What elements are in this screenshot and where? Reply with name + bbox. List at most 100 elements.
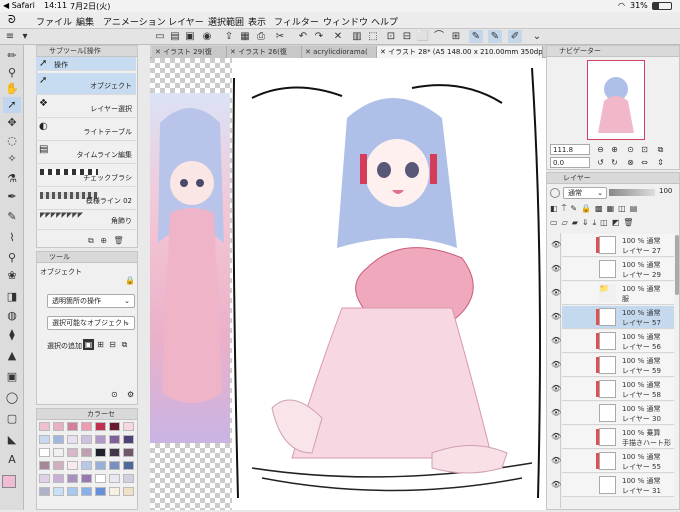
zoom-tool-icon[interactable]: ⚲ [3,65,21,81]
pen-tool-icon[interactable]: ✒ [3,189,21,205]
color-swatch[interactable] [39,474,50,483]
tab-illust-26[interactable]: ✕ イラスト 26(復 [227,46,302,58]
subtool-item-lighttable[interactable]: ◐ ライトテーブル [36,119,136,141]
select-all-icon[interactable]: ⬜ [416,30,430,43]
zoom-in-icon[interactable]: ⊕ [609,144,620,155]
clip-icon[interactable]: ◧ [550,204,562,213]
subtool-delete-icon[interactable]: 🗑 [114,236,124,245]
brush-item-pattern-line[interactable]: 模様ライン 02 [36,188,136,210]
layer-row[interactable]: 👁 100 % 通常 レイヤー 59 [551,354,674,377]
mode-add-icon[interactable]: ⊞ [95,339,106,350]
color-swatch[interactable] [53,435,64,444]
menu-toggle-icon[interactable]: ≡ [3,30,17,43]
reset-rotation-icon[interactable]: ⊗ [625,157,636,168]
color-swatch[interactable] [123,461,134,470]
eyedropper-icon[interactable]: ⚗ [3,171,21,187]
color-swatch[interactable] [123,487,134,496]
menu-edit[interactable]: 編集 [76,15,94,28]
frame-tool-icon[interactable]: ▢ [3,411,21,427]
visibility-eye-icon[interactable]: 👁 [551,432,561,441]
flip-v-icon[interactable]: ⇕ [655,157,666,168]
color-swatch[interactable] [81,461,92,470]
share-icon[interactable]: ⇪ [222,30,236,43]
move-tool-icon[interactable]: ✥ [3,115,21,131]
brush-item-corner[interactable]: ◤◤◤◤◤◤◤◤ 角飾り [36,208,136,230]
color-swatch[interactable] [67,435,78,444]
subtool-group-operation[interactable]: ➚ 操作 [36,57,136,71]
color-swatch[interactable] [67,422,78,431]
lasso-tool-icon[interactable]: ◌ [3,133,21,149]
palette-color-icon[interactable]: ▤ [630,204,642,213]
menu-file[interactable]: ファイル [36,15,72,28]
deselect-icon[interactable]: ⊡ [384,30,398,43]
color-swatch[interactable] [67,448,78,457]
color-swatch[interactable] [67,461,78,470]
visibility-eye-icon[interactable]: 👁 [551,480,561,489]
tab-illust-29[interactable]: ✕ イラスト 29(復 [152,46,227,58]
color-swatch[interactable] [109,435,120,444]
tool-settings-icon[interactable]: ⚙ [127,390,134,399]
layer-row[interactable]: 👁 100 % 乗算 手描きハート形 [551,426,674,449]
main-canvas[interactable] [232,58,546,510]
visibility-eye-icon[interactable]: 👁 [551,264,561,273]
layer-row[interactable]: 👁 100 % 通常 レイヤー 56 [551,330,674,353]
layer-row[interactable]: 👁 📁 100 % 通常服 [551,282,674,305]
color-swatch[interactable] [109,487,120,496]
layer-row[interactable]: 👁 100 % 通常 レイヤー 31 [551,474,674,497]
ruler-tool-icon[interactable]: ◣ [3,432,21,448]
color-swatch[interactable] [53,448,64,457]
color-swatch[interactable] [81,474,92,483]
color-swatch[interactable] [81,435,92,444]
color-swatch[interactable] [95,435,106,444]
app-logo-icon[interactable]: ᘐ [8,13,16,27]
rotate-left-icon[interactable]: ↺ [595,157,606,168]
save-icon[interactable]: ▣ [183,30,197,43]
color-swatch[interactable] [109,448,120,457]
snap-grid-icon[interactable]: ⊞ [449,30,463,43]
visibility-eye-icon[interactable]: 👁 [551,336,561,345]
gradient-tool-icon[interactable]: ▣ [3,369,21,385]
color-swatch[interactable] [39,487,50,496]
color-swatch[interactable] [95,461,106,470]
main-color-swatch[interactable] [2,475,16,488]
color-swatch[interactable] [53,422,64,431]
color-swatch[interactable] [39,422,50,431]
clear-icon[interactable]: ✕ [331,30,345,43]
fit-view-icon[interactable]: ⊙ [625,144,636,155]
collapse-chevron-icon[interactable]: ⌄ [530,30,544,43]
opacity-value[interactable]: 100 [659,187,672,195]
new-raster-layer-icon[interactable]: ▭ [550,218,562,227]
color-swatch[interactable] [123,474,134,483]
blend-tool-icon[interactable]: ◍ [3,308,21,324]
menu-view[interactable]: 表示 [248,15,266,28]
subtool-add-icon[interactable]: ⊕ [100,236,107,245]
blend-mode-select[interactable]: 通常 ⌄ [563,187,607,199]
color-swatch[interactable] [53,487,64,496]
open-file-icon[interactable]: ▤ [168,30,182,43]
brush-tool-icon[interactable]: ⌇ [3,230,21,246]
magic-wand-icon[interactable]: ✧ [3,151,21,167]
visibility-eye-icon[interactable]: 👁 [551,408,561,417]
layer-row[interactable]: 👁 100 % 通常 レイヤー 30 [551,402,674,425]
brush-item-check[interactable]: チェックブラシ [36,165,136,187]
fill-tool-icon[interactable]: ⧫ [3,327,21,343]
mode-sub-icon[interactable]: ⊟ [107,339,118,350]
decoration-icon[interactable]: ❀ [3,268,21,284]
mode-intersect-icon[interactable]: ⧉ [119,339,130,350]
color-swatch[interactable] [39,461,50,470]
color-swatch[interactable] [123,448,134,457]
color-swatch[interactable] [67,474,78,483]
layer-row[interactable]: 👁 100 % 通常 レイヤー 58 [551,378,674,401]
fill-icon[interactable]: ▥ [350,30,364,43]
angle-value[interactable]: 0.0 [550,157,590,168]
logo-cmd-icon[interactable]: ◉ [200,30,214,43]
layer-row[interactable]: 👁 100 % 通常 レイヤー 29 [551,258,674,281]
color-swatch[interactable] [39,435,50,444]
visibility-eye-icon[interactable]: 👁 [551,360,561,369]
menu-filter[interactable]: フィルター [274,15,319,28]
menu-window[interactable]: ウィンドウ [323,15,368,28]
color-swatch[interactable] [81,422,92,431]
apply-mask-icon[interactable]: ◩ [612,218,624,227]
color-swatch[interactable] [109,461,120,470]
snap-guide-icon[interactable]: ✐ [508,30,522,43]
